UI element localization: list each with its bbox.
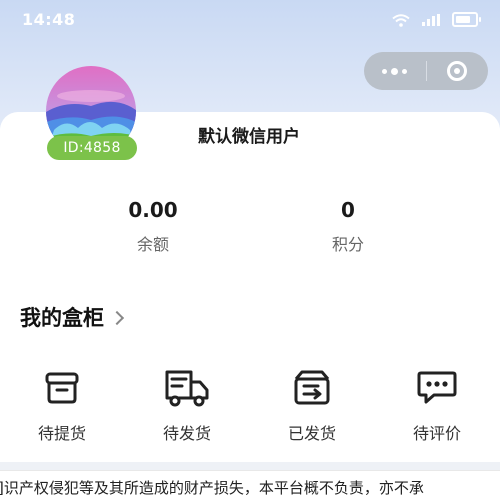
notice-marquee: ]识产权侵犯等及其所造成的财产损失，本平台概不负责，亦不承 (0, 470, 500, 501)
order-pending-review[interactable]: 待评价 (392, 366, 482, 444)
box-icon (17, 366, 107, 410)
miniprogram-capsule (364, 52, 488, 90)
comment-icon (392, 366, 482, 410)
points-value: 0 (341, 198, 355, 222)
status-bar: 14:48 (0, 0, 500, 40)
order-shipped[interactable]: 已发货 (267, 366, 357, 444)
balance-value: 0.00 (128, 198, 178, 222)
points-stat[interactable]: 0 积分 (288, 197, 408, 255)
order-label: 待评价 (412, 424, 461, 443)
order-label: 待发货 (162, 424, 211, 443)
section-title: 我的盒柜 (20, 306, 104, 330)
notice-text: ]识产权侵犯等及其所造成的财产损失，本平台概不负责，亦不承 (0, 479, 424, 497)
balance-stat[interactable]: 0.00 余额 (93, 197, 213, 255)
more-icon[interactable] (364, 52, 426, 90)
user-id-badge: ID:4858 (47, 136, 137, 160)
username: 默认微信用户 (198, 127, 300, 147)
truck-icon (142, 366, 232, 410)
points-label: 积分 (331, 235, 364, 254)
order-pending-pickup[interactable]: 待提货 (17, 366, 107, 444)
order-label: 已发货 (287, 424, 336, 443)
wifi-icon (392, 13, 410, 27)
close-target-icon[interactable] (427, 52, 489, 90)
my-box-section-link[interactable]: 我的盒柜 (20, 302, 125, 332)
order-label: 待提货 (37, 424, 86, 443)
status-icons (392, 12, 481, 27)
battery-icon (452, 12, 481, 27)
status-time: 14:48 (22, 10, 76, 29)
signal-icon (422, 13, 440, 26)
order-pending-shipment[interactable]: 待发货 (142, 366, 232, 444)
chevron-right-icon (109, 310, 125, 326)
balance-label: 余额 (136, 235, 169, 254)
shipped-box-icon (267, 366, 357, 410)
